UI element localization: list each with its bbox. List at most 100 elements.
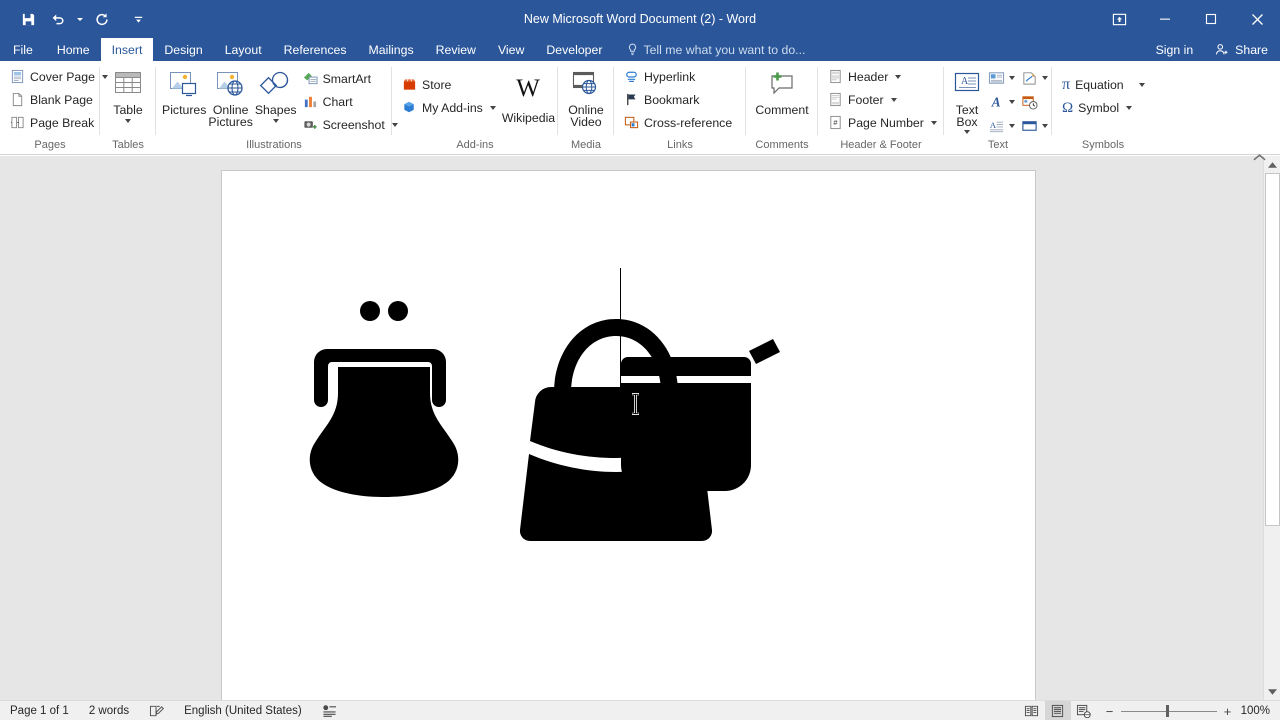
chevron-down-icon[interactable]: [1009, 124, 1015, 128]
pictures-button[interactable]: Pictures: [161, 65, 207, 137]
wordart-button[interactable]: A: [985, 90, 1018, 114]
zoom-track-line: [1120, 710, 1217, 712]
ribbon-group-links: Hyperlink Bookmark Cross-reference Links: [614, 61, 746, 155]
zoom-out-button[interactable]: −: [1105, 704, 1115, 719]
tab-layout[interactable]: Layout: [214, 38, 273, 61]
view-web-layout[interactable]: [1071, 701, 1097, 720]
zoom-level[interactable]: 100%: [1241, 705, 1280, 717]
chevron-down-icon[interactable]: [1009, 76, 1015, 80]
document-page[interactable]: [221, 170, 1036, 700]
status-bar-right: − + 100%: [1019, 701, 1280, 720]
tab-design[interactable]: Design: [153, 38, 213, 61]
ribbon-group-symbols: π Equation Ω Symbol Symbols: [1052, 61, 1154, 155]
tab-file[interactable]: File: [0, 38, 46, 61]
share-button[interactable]: Share: [1205, 38, 1280, 61]
zoom-track[interactable]: [1120, 701, 1217, 720]
macro-record-icon[interactable]: [312, 701, 347, 720]
online-pictures-button[interactable]: Online Pictures: [207, 65, 253, 137]
close-icon[interactable]: [1234, 0, 1280, 38]
proofing-errors-icon[interactable]: [139, 701, 174, 720]
undo-dropdown-icon[interactable]: [74, 6, 86, 32]
date-time-button[interactable]: [1018, 90, 1051, 114]
title-bar: New Microsoft Word Document (2) - Word: [0, 0, 1280, 38]
page-number-button[interactable]: # Page Number: [823, 111, 942, 134]
ribbon-group-tables: Table Tables: [100, 61, 156, 155]
table-button[interactable]: Table: [105, 65, 151, 137]
table-label: Table: [113, 103, 143, 117]
zoom-knob[interactable]: [1165, 705, 1169, 717]
chevron-down-icon[interactable]: [964, 130, 970, 134]
wikipedia-label: Wikipedia: [501, 111, 556, 125]
tab-review[interactable]: Review: [425, 38, 487, 61]
chevron-down-icon[interactable]: [1126, 105, 1133, 110]
view-read-mode[interactable]: [1019, 701, 1045, 720]
chevron-down-icon[interactable]: [1042, 124, 1048, 128]
vertical-scrollbar[interactable]: [1263, 156, 1280, 700]
tab-mailings[interactable]: Mailings: [358, 38, 425, 61]
chevron-down-icon[interactable]: [125, 118, 131, 123]
chart-button[interactable]: Chart: [298, 90, 403, 113]
page-break-button[interactable]: Page Break: [5, 111, 113, 134]
page-indicator[interactable]: Page 1 of 1: [0, 701, 79, 720]
cover-page-button[interactable]: Cover Page: [5, 65, 113, 88]
chevron-down-icon[interactable]: [272, 118, 279, 123]
ribbon-display-options-icon[interactable]: [1096, 0, 1142, 38]
bookmark-button[interactable]: Bookmark: [619, 88, 737, 111]
language-indicator[interactable]: English (United States): [174, 701, 312, 720]
word-count[interactable]: 2 words: [79, 701, 139, 720]
tab-home[interactable]: Home: [46, 38, 101, 61]
footer-button[interactable]: Footer: [823, 88, 942, 111]
chevron-down-icon[interactable]: [890, 97, 897, 102]
drop-cap-button[interactable]: A: [985, 114, 1018, 138]
collapse-ribbon-button[interactable]: [1246, 145, 1272, 169]
shapes-button[interactable]: Shapes: [254, 65, 298, 137]
quick-parts-icon: [988, 72, 1005, 84]
tab-view[interactable]: View: [487, 38, 535, 61]
chevron-down-icon[interactable]: [1042, 76, 1048, 80]
signature-line-button[interactable]: [1018, 66, 1051, 90]
chevron-down-icon[interactable]: [1009, 100, 1015, 104]
customize-qat-icon[interactable]: [132, 6, 144, 32]
scroll-down-button[interactable]: [1265, 683, 1280, 700]
document-canvas[interactable]: [0, 156, 1280, 700]
hyperlink-button[interactable]: Hyperlink: [619, 65, 737, 88]
online-video-button[interactable]: Online Video: [563, 65, 609, 137]
save-icon[interactable]: [14, 6, 42, 32]
object-button[interactable]: [1018, 114, 1051, 138]
svg-text:W: W: [517, 75, 541, 102]
my-addins-button[interactable]: My Add-ins: [397, 96, 501, 119]
quick-parts-button[interactable]: [985, 66, 1018, 90]
zoom-slider[interactable]: − +: [1097, 701, 1241, 720]
comment-button[interactable]: Comment: [751, 65, 813, 137]
chevron-down-icon[interactable]: [489, 105, 496, 110]
tab-references[interactable]: References: [273, 38, 358, 61]
store-button[interactable]: Store: [397, 73, 501, 96]
cross-reference-button[interactable]: Cross-reference: [619, 111, 737, 134]
equation-button[interactable]: π Equation: [1057, 73, 1150, 96]
sign-in-button[interactable]: Sign in: [1144, 38, 1206, 61]
maximize-icon[interactable]: [1188, 0, 1234, 38]
hyperlink-label: Hyperlink: [644, 69, 696, 84]
chevron-down-icon[interactable]: [895, 74, 902, 79]
tab-insert[interactable]: Insert: [100, 38, 154, 61]
online-video-icon: [572, 71, 597, 95]
header-button[interactable]: Header: [823, 65, 942, 88]
text-box-icon: A: [954, 72, 980, 92]
minimize-icon[interactable]: [1142, 0, 1188, 38]
pictures-label: Pictures: [162, 103, 207, 117]
tell-me-search[interactable]: Tell me what you want to do...: [613, 38, 805, 61]
chevron-down-icon[interactable]: [930, 120, 937, 125]
smartart-button[interactable]: SmartArt: [298, 67, 403, 90]
redo-icon[interactable]: [88, 6, 116, 32]
zoom-in-button[interactable]: +: [1223, 704, 1233, 719]
screenshot-button[interactable]: Screenshot: [298, 113, 403, 136]
wikipedia-button[interactable]: W Wikipedia: [501, 65, 556, 137]
blank-page-button[interactable]: Blank Page: [5, 88, 113, 111]
scrollbar-thumb[interactable]: [1265, 173, 1280, 526]
view-print-layout[interactable]: [1044, 701, 1071, 720]
symbol-button[interactable]: Ω Symbol: [1057, 96, 1150, 119]
text-box-button[interactable]: A Text Box: [949, 65, 985, 137]
undo-icon[interactable]: [44, 6, 72, 32]
tab-developer[interactable]: Developer: [535, 38, 613, 61]
chevron-down-icon[interactable]: [1138, 82, 1145, 87]
